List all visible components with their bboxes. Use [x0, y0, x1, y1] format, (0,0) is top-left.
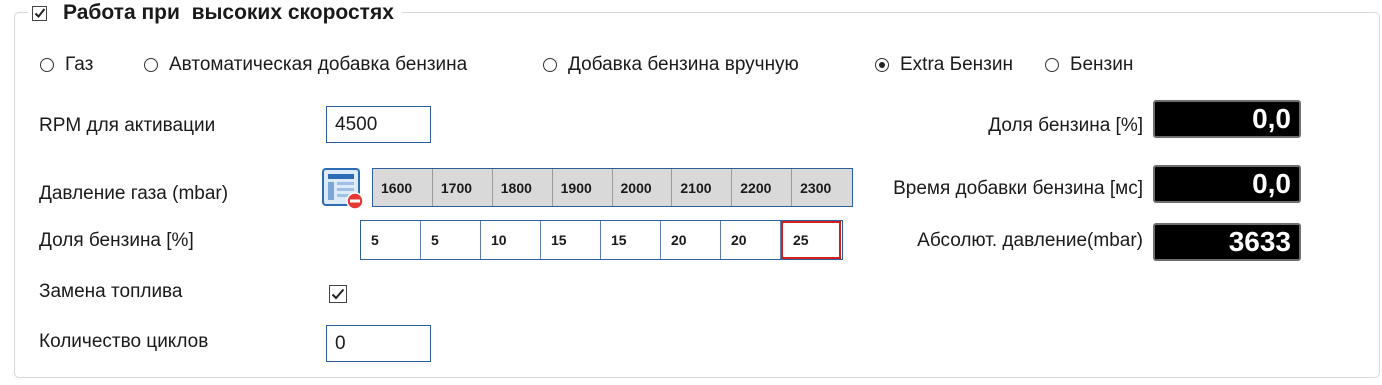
petrol-share-cell[interactable]: 15	[601, 221, 661, 259]
rpm-input[interactable]: 4500	[326, 106, 431, 143]
abs-pressure-display: 3633	[1153, 223, 1301, 261]
group-title: Работа при высоких скоростях	[63, 1, 394, 24]
rpm-value: 4500	[335, 113, 378, 135]
pressure-header-cell[interactable]: 1900	[553, 169, 613, 206]
radio-label: Бензин	[1070, 54, 1134, 75]
radio-petrol[interactable]: Бензин	[1045, 54, 1133, 76]
petrol-time-display: 0,0	[1153, 165, 1301, 203]
petrol-time-display-value: 0,0	[1252, 168, 1291, 199]
petrol-share-cell-selected[interactable]: 25	[781, 221, 841, 259]
radio-label: Добавка бензина вручную	[568, 54, 799, 75]
petrol-share-cell[interactable]: 5	[361, 221, 421, 259]
fuel-switch-label: Замена топлива	[39, 281, 183, 302]
cycles-label: Количество циклов	[39, 331, 209, 352]
radio-label: Extra Бензин	[900, 54, 1013, 75]
radio-label: Автоматическая добавка бензина	[169, 54, 468, 75]
petrol-share-cell[interactable]: 15	[541, 221, 601, 259]
table-edit-icon	[322, 168, 364, 210]
petrol-share-cell[interactable]: 5	[421, 221, 481, 259]
petrol-share-label: Доля бензина [%]	[39, 230, 194, 251]
radio-circle[interactable]	[40, 58, 54, 72]
pressure-header-cell[interactable]: 1600	[373, 169, 433, 206]
checkmark-icon	[34, 7, 46, 18]
checkmark-icon	[331, 288, 345, 300]
petrol-share-display: 0,0	[1153, 100, 1301, 138]
abs-pressure-label: Абсолют. давление(mbar)	[917, 230, 1143, 251]
radio-auto-petrol[interactable]: Автоматическая добавка бензина	[144, 54, 467, 76]
pressure-header-cell[interactable]: 1800	[493, 169, 553, 206]
radio-gas[interactable]: Газ	[40, 54, 93, 76]
radio-label: Газ	[65, 54, 94, 75]
pressure-header-cell[interactable]: 2000	[613, 169, 673, 206]
rpm-label: RPM для активации	[39, 115, 216, 136]
petrol-share-display-value: 0,0	[1252, 103, 1291, 134]
petrol-share-cell[interactable]: 20	[661, 221, 721, 259]
pressure-header-grid: 1600 1700 1800 1900 2000 2100 2200 2300	[372, 168, 853, 207]
petrol-share-grid: 5 5 10 15 15 20 20 25	[360, 220, 843, 260]
radio-circle[interactable]	[1045, 58, 1059, 72]
radio-circle[interactable]	[144, 58, 158, 72]
petrol-share-cell[interactable]: 20	[721, 221, 781, 259]
pressure-header-cell[interactable]: 2200	[732, 169, 793, 206]
pressure-header-cell[interactable]: 2300	[792, 169, 852, 206]
gas-pressure-label: Давление газа (mbar)	[39, 183, 229, 204]
abs-pressure-display-value: 3633	[1228, 226, 1291, 257]
high-speed-enable-checkbox[interactable]	[32, 5, 47, 21]
radio-circle[interactable]	[543, 58, 557, 72]
pressure-header-cell[interactable]: 2100	[672, 169, 733, 206]
petrol-time-label: Время добавки бензина [мс]	[893, 178, 1143, 199]
radio-circle-selected[interactable]	[875, 58, 889, 72]
pressure-header-cell[interactable]: 1700	[433, 169, 493, 206]
radio-manual-petrol[interactable]: Добавка бензина вручную	[543, 54, 799, 76]
petrol-share-cell[interactable]: 10	[481, 221, 541, 259]
cycles-input[interactable]: 0	[326, 325, 431, 362]
cycles-value: 0	[335, 332, 346, 354]
readout-petrol-share-label: Доля бензина [%]	[988, 115, 1143, 136]
radio-extra-petrol[interactable]: Extra Бензин	[875, 54, 1013, 76]
table-edit-button[interactable]	[322, 168, 364, 210]
group-header: Работа при высоких скоростях	[28, 0, 402, 26]
fuel-switch-checkbox[interactable]	[329, 285, 347, 303]
